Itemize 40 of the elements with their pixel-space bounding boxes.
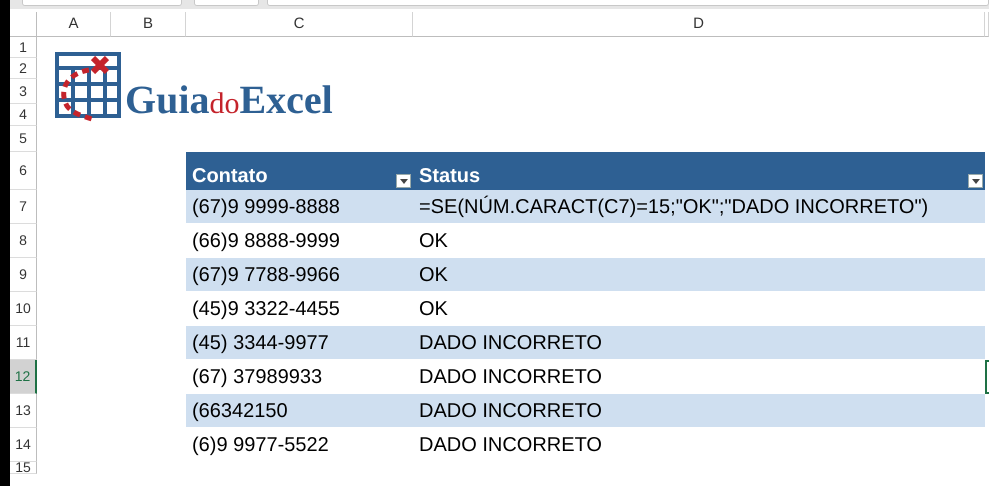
table-cell: (67)9 9999-8888 (186, 190, 413, 224)
header-label: Status (419, 164, 480, 188)
table-cell: (45) 3344-9977 (186, 326, 413, 360)
function-field[interactable] (194, 0, 259, 6)
row-header[interactable]: 12 (10, 360, 37, 394)
row-header[interactable]: 8 (10, 224, 37, 258)
table-cell: (67)9 7788-9966 (186, 258, 413, 292)
row-header[interactable]: 11 (10, 326, 37, 360)
column-header[interactable]: C (186, 12, 413, 37)
filter-dropdown-button[interactable] (396, 174, 411, 188)
formula-bar[interactable] (267, 0, 989, 6)
selected-cell[interactable] (985, 360, 989, 394)
row-header[interactable]: 7 (10, 190, 37, 224)
row-header[interactable]: 2 (10, 58, 37, 79)
row-header[interactable]: 9 (10, 258, 37, 292)
row-header[interactable]: 13 (10, 394, 37, 428)
row-header[interactable]: 10 (10, 292, 37, 326)
name-box[interactable] (22, 0, 182, 6)
row-header[interactable]: 3 (10, 79, 37, 104)
row-header[interactable]: 15 (10, 462, 37, 474)
select-all-corner[interactable] (10, 12, 37, 37)
table-cell: DADO INCORRETO (413, 394, 985, 428)
column-header[interactable]: D (413, 12, 985, 37)
row-header[interactable]: 4 (10, 104, 37, 126)
column-header[interactable]: A (37, 12, 111, 37)
table-cell: DADO INCORRETO (413, 326, 985, 360)
header-label: Contato (192, 164, 268, 188)
caret-icon (400, 178, 408, 184)
table-cell: OK (413, 258, 985, 292)
row-header[interactable]: 14 (10, 428, 37, 462)
row-header[interactable]: 1 (10, 37, 37, 58)
row-header[interactable]: 5 (10, 126, 37, 152)
spreadsheet-logo-icon (55, 52, 121, 124)
filter-dropdown-button[interactable] (968, 174, 983, 188)
row-header[interactable]: 6 (10, 152, 37, 190)
column-header[interactable]: B (111, 12, 186, 37)
caret-icon (972, 178, 980, 184)
table-cell: (66342150 (186, 394, 413, 428)
table-cell: =SE(NÚM.CARACT(C7)=15;"OK";"DADO INCORRETO") (413, 190, 985, 224)
logo-text: GuiadoExcel (125, 80, 333, 120)
